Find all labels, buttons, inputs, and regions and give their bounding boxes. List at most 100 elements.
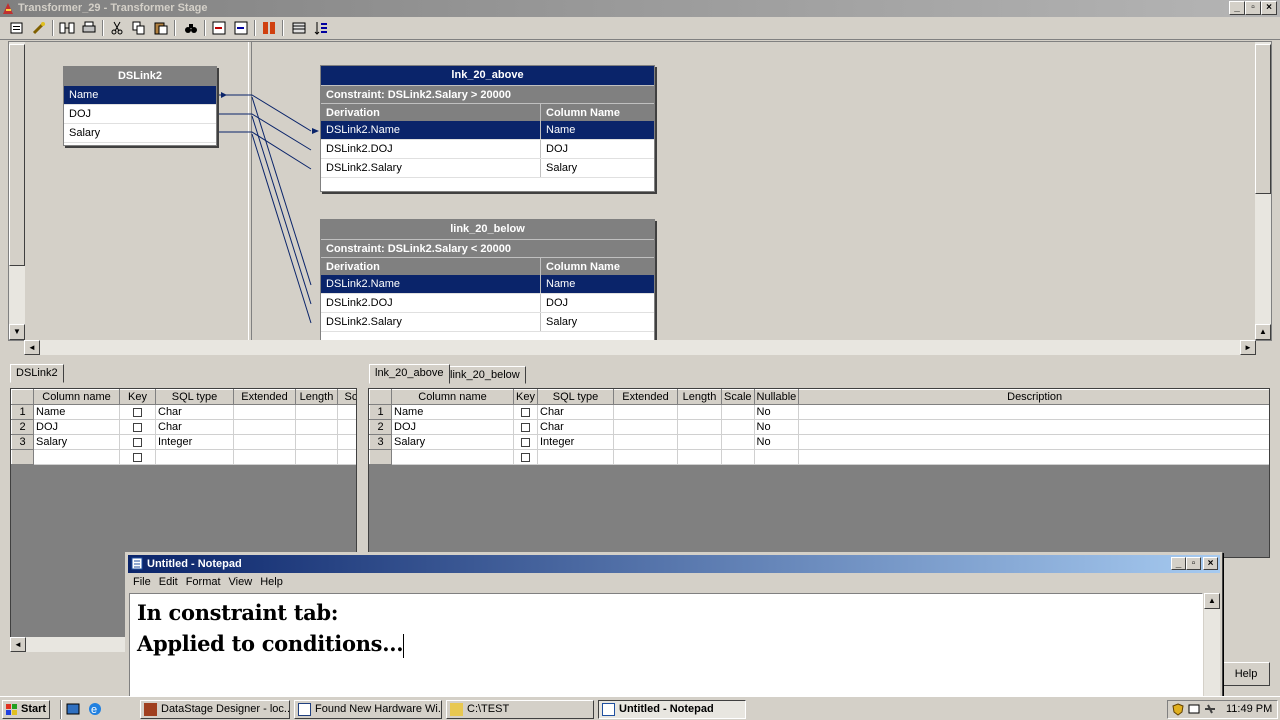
notepad-vscrollbar[interactable]: ▲: [1204, 593, 1220, 697]
column-cell[interactable]: Salary: [541, 313, 654, 331]
print-icon[interactable]: [80, 19, 98, 37]
mapping-row[interactable]: DSLink2.DOJ DOJ: [321, 294, 654, 313]
header-column-name[interactable]: Column name: [391, 389, 514, 405]
notepad-minimize-button[interactable]: _: [1171, 557, 1186, 570]
sort-icon[interactable]: [312, 19, 330, 37]
key-checkbox[interactable]: [521, 422, 530, 432]
layout-icon[interactable]: [58, 19, 76, 37]
network-icon[interactable]: [1188, 703, 1201, 716]
cell-type[interactable]: Char: [537, 419, 614, 435]
table-row[interactable]: 3 Salary Integer: [11, 434, 356, 450]
hardware-icon[interactable]: [1204, 703, 1217, 716]
header-description[interactable]: Description: [798, 389, 1269, 405]
mapping-row[interactable]: DSLink2.Salary Salary: [321, 313, 654, 332]
canvas-hscrollbar[interactable]: ◄ ►: [24, 340, 1256, 355]
source-column-name[interactable]: Name: [64, 86, 216, 105]
properties-icon[interactable]: [8, 19, 26, 37]
column-cell[interactable]: Name: [541, 275, 654, 293]
input-link-icon[interactable]: [210, 19, 228, 37]
header-key[interactable]: Key: [119, 389, 156, 405]
find-icon[interactable]: [182, 19, 200, 37]
show-desktop-icon[interactable]: [66, 702, 81, 717]
header-key[interactable]: Key: [513, 389, 538, 405]
taskbar-item-folder[interactable]: C:\TEST: [446, 700, 594, 719]
derivation-cell[interactable]: DSLink2.Salary: [321, 159, 541, 177]
column-cell[interactable]: Name: [541, 121, 654, 139]
tab-link-20-below[interactable]: link_20_below: [444, 366, 526, 384]
notepad-text-area[interactable]: In constraint tab: Applied to conditions…: [129, 593, 1203, 697]
constraints-icon[interactable]: [260, 19, 278, 37]
restore-button[interactable]: ▫: [1245, 1, 1261, 15]
right-pane-scrollbar[interactable]: ▲: [1255, 42, 1271, 340]
column-cell[interactable]: DOJ: [541, 140, 654, 158]
table-row[interactable]: 2 DOJ Char No: [369, 419, 1269, 435]
key-checkbox[interactable]: [133, 437, 142, 447]
cut-icon[interactable]: [108, 19, 126, 37]
output-link-box-above[interactable]: lnk_20_above Constraint: DSLink2.Salary …: [320, 65, 655, 192]
taskbar-item-datastage[interactable]: DataStage Designer - loc...: [140, 700, 290, 719]
header-scale[interactable]: Scale: [721, 389, 755, 405]
constraint-label[interactable]: Constraint: DSLink2.Salary > 20000: [321, 85, 654, 103]
header-column-name[interactable]: Column name: [33, 389, 120, 405]
table-row[interactable]: 3 Salary Integer No: [369, 434, 1269, 450]
cell-nullable[interactable]: No: [753, 419, 800, 435]
key-checkbox[interactable]: [133, 452, 142, 462]
source-link-box[interactable]: DSLink2 Name DOJ Salary: [63, 66, 217, 146]
header-length[interactable]: Length: [677, 389, 722, 405]
table-row[interactable]: 1 Name Char No: [369, 404, 1269, 420]
header-length[interactable]: Length: [295, 389, 338, 405]
minimize-button[interactable]: _: [1229, 1, 1245, 15]
taskbar-item-new-hardware[interactable]: Found New Hardware Wi...: [294, 700, 442, 719]
cell-type[interactable]: Char: [537, 404, 614, 420]
key-checkbox[interactable]: [521, 407, 530, 417]
cell-name[interactable]: Name: [391, 404, 514, 420]
cell-type[interactable]: Integer: [155, 434, 234, 450]
start-button[interactable]: Start: [2, 700, 50, 719]
close-button[interactable]: ×: [1261, 1, 1277, 15]
tab-lnk-20-above[interactable]: lnk_20_above: [369, 364, 450, 384]
paste-icon[interactable]: [152, 19, 170, 37]
mapping-row[interactable]: DSLink2.Name Name: [321, 275, 654, 294]
key-checkbox[interactable]: [521, 452, 530, 462]
menu-edit[interactable]: Edit: [159, 576, 178, 588]
output-link-icon[interactable]: [232, 19, 250, 37]
table-row[interactable]: 2 DOJ Char: [11, 419, 356, 435]
table-row[interactable]: [11, 449, 356, 465]
cell-name[interactable]: Salary: [33, 434, 120, 450]
help-button[interactable]: Help: [1222, 662, 1270, 686]
key-checkbox[interactable]: [133, 422, 142, 432]
key-checkbox[interactable]: [521, 437, 530, 447]
menu-format[interactable]: Format: [186, 576, 221, 588]
output-link-box-below[interactable]: link_20_below Constraint: DSLink2.Salary…: [320, 219, 655, 340]
notepad-maximize-button[interactable]: ▫: [1186, 557, 1201, 570]
derivation-cell[interactable]: DSLink2.Salary: [321, 313, 541, 331]
column-cell[interactable]: DOJ: [541, 294, 654, 312]
columns-icon[interactable]: [290, 19, 308, 37]
source-column-salary[interactable]: Salary: [64, 124, 216, 143]
security-shield-icon[interactable]: [1172, 703, 1185, 716]
table-row[interactable]: [369, 449, 1269, 465]
cell-type[interactable]: Integer: [537, 434, 614, 450]
mapping-row[interactable]: DSLink2.Name Name: [321, 121, 654, 140]
header-scale[interactable]: Sca: [337, 389, 356, 405]
cell-name[interactable]: Name: [33, 404, 120, 420]
internet-explorer-icon[interactable]: e: [88, 702, 103, 717]
tab-dslink2[interactable]: DSLink2: [10, 364, 64, 383]
header-extended[interactable]: Extended: [233, 389, 296, 405]
mapping-row[interactable]: DSLink2.Salary Salary: [321, 159, 654, 178]
menu-file[interactable]: File: [133, 576, 151, 588]
derivation-cell[interactable]: DSLink2.DOJ: [321, 140, 541, 158]
constraint-label[interactable]: Constraint: DSLink2.Salary < 20000: [321, 239, 654, 257]
copy-icon[interactable]: [130, 19, 148, 37]
mapping-row[interactable]: DSLink2.DOJ DOJ: [321, 140, 654, 159]
cell-nullable[interactable]: No: [753, 404, 800, 420]
taskbar-item-notepad[interactable]: Untitled - Notepad: [598, 700, 746, 719]
derivation-cell[interactable]: DSLink2.Name: [321, 121, 541, 139]
notepad-close-button[interactable]: ×: [1203, 557, 1218, 570]
cell-nullable[interactable]: No: [753, 434, 800, 450]
cell-name[interactable]: DOJ: [33, 419, 120, 435]
cell-type[interactable]: Char: [155, 419, 234, 435]
header-sql-type[interactable]: SQL type: [155, 389, 234, 405]
cell-type[interactable]: Char: [155, 404, 234, 420]
links-icon[interactable]: [30, 19, 48, 37]
